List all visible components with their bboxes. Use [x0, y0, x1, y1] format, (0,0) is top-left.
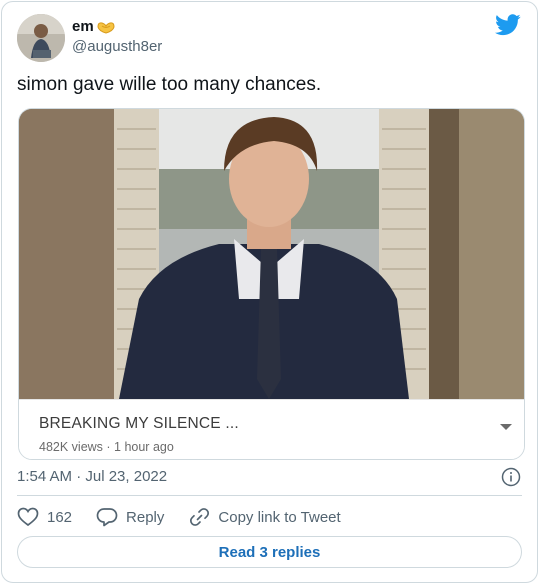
tweet-embed-card: em @augusth8er simon gave wille too many… — [1, 1, 538, 583]
video-info-bar[interactable]: BREAKING MY SILENCE ... 482K views · 1 h… — [19, 399, 524, 459]
action-bar: 162 Reply Copy link to Tweet — [17, 504, 365, 530]
copy-link-button[interactable]: Copy link to Tweet — [188, 507, 341, 527]
video-meta: 482K views · 1 hour ago — [39, 440, 174, 454]
reply-button[interactable]: Reply — [96, 507, 164, 527]
reply-bubble-icon — [96, 508, 118, 527]
copy-link-label: Copy link to Tweet — [218, 508, 341, 526]
info-icon[interactable] — [501, 467, 521, 487]
avatar-photo — [17, 14, 65, 62]
divider — [17, 495, 522, 496]
tweet-text: simon gave wille too many chances. — [17, 74, 322, 95]
avatar[interactable] — [17, 14, 65, 62]
author-handle[interactable]: @augusth8er — [72, 38, 162, 55]
yellow-heart-hands-emoji-icon — [97, 21, 115, 34]
author-name-row[interactable]: em — [72, 18, 116, 35]
display-name[interactable]: em — [72, 18, 94, 35]
like-button[interactable]: 162 — [17, 507, 72, 527]
heart-icon — [17, 507, 39, 527]
tweet-timestamp[interactable]: 1:54 AM · Jul 23, 2022 — [17, 468, 167, 485]
chevron-down-icon[interactable] — [500, 424, 512, 430]
link-icon — [190, 508, 210, 526]
reply-label: Reply — [126, 508, 165, 526]
read-replies-button[interactable]: Read 3 replies — [17, 536, 522, 568]
like-count: 162 — [47, 508, 73, 526]
video-thumbnail[interactable] — [19, 109, 525, 399]
twitter-bird-icon[interactable] — [495, 14, 521, 36]
video-title[interactable]: BREAKING MY SILENCE ... — [39, 415, 239, 433]
video-embed[interactable]: BREAKING MY SILENCE ... 482K views · 1 h… — [18, 108, 525, 460]
